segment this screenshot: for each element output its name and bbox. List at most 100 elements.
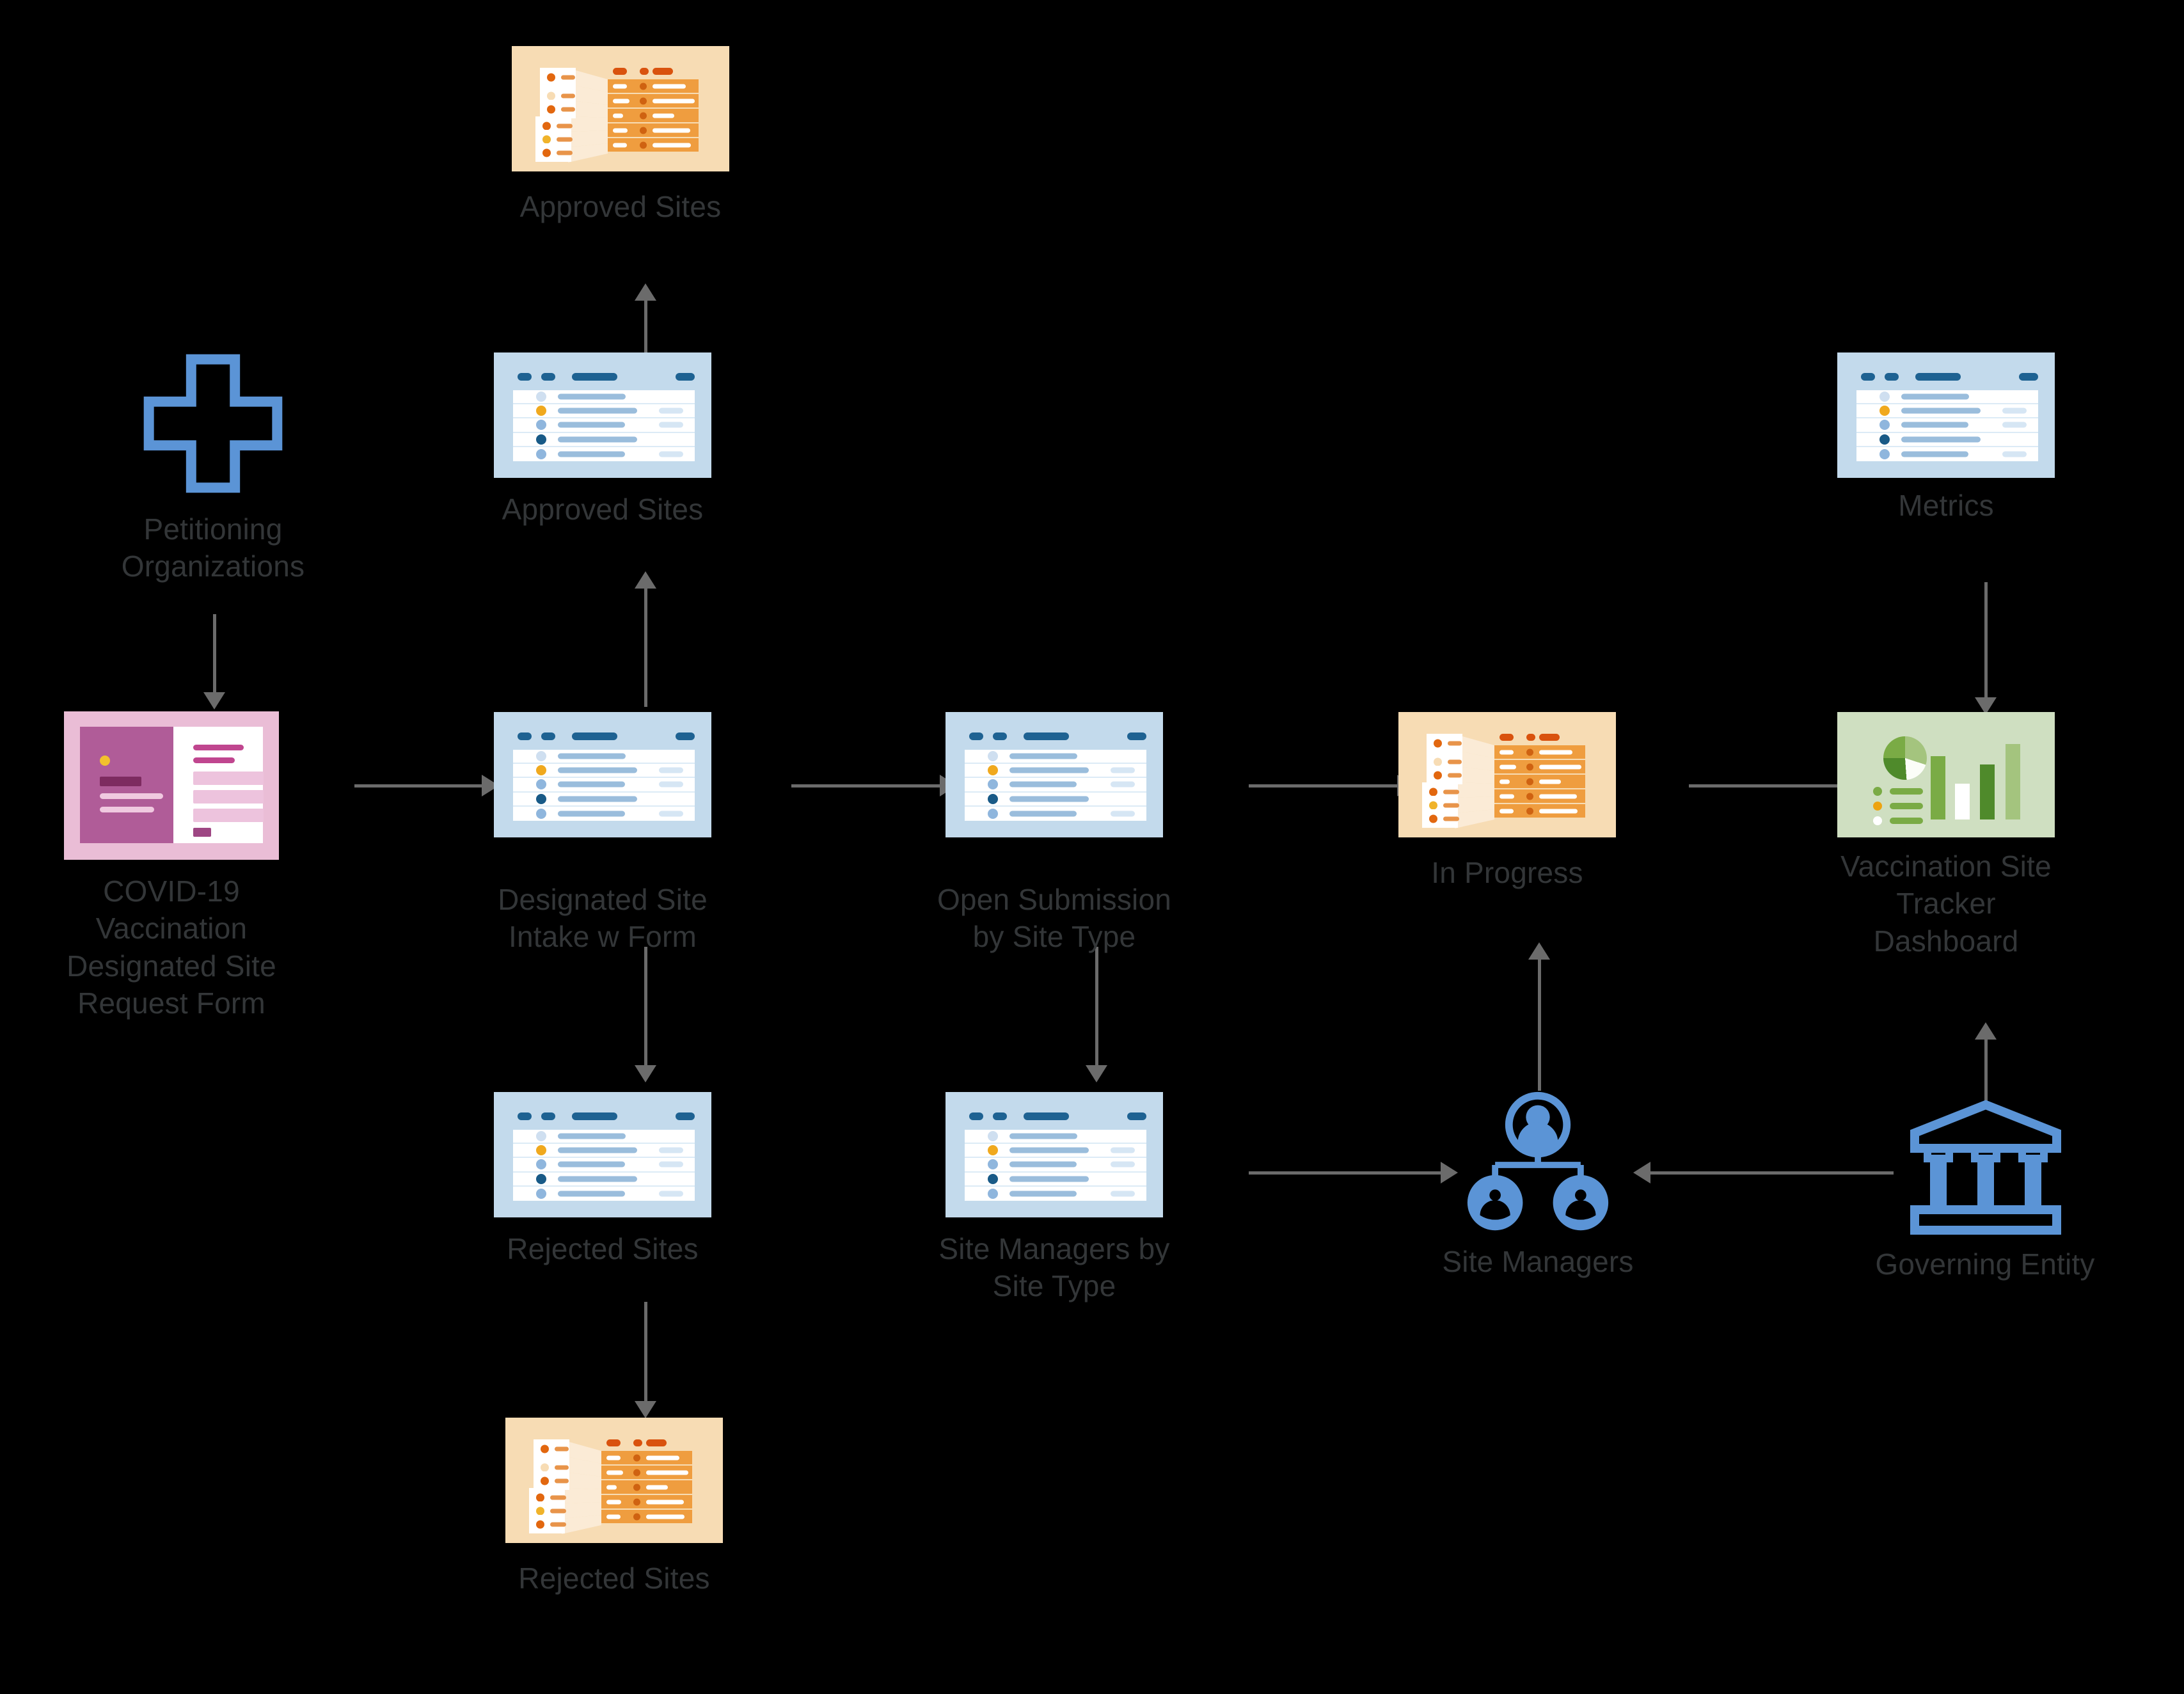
edge-open-submission-to-inprogress xyxy=(1249,784,1397,788)
pie-chart xyxy=(1883,736,1927,780)
bank-columns-icon xyxy=(1906,1097,2066,1238)
table-row xyxy=(965,1173,1146,1187)
node-rejected-sites-table-label: Rejected Sites xyxy=(507,1232,699,1265)
table-row xyxy=(608,123,699,138)
form-input-field xyxy=(193,809,264,822)
table-row xyxy=(513,764,695,779)
table-row xyxy=(1856,418,2038,433)
table-row xyxy=(513,807,695,821)
table-row xyxy=(513,1158,695,1173)
table-body xyxy=(1856,390,2038,461)
table-body xyxy=(965,750,1146,821)
edge-approved-table-to-chart-head xyxy=(635,283,656,301)
table-row xyxy=(513,433,695,447)
table-row xyxy=(1856,447,2038,461)
node-designated-site-intake[interactable]: Designated Site Intake w Form xyxy=(494,712,711,953)
node-approved-sites-chart[interactable]: Approved Sites xyxy=(512,46,729,223)
table-row xyxy=(1856,404,2038,419)
edge-form-to-intake xyxy=(354,784,482,788)
node-governing-entity-label: Governing Entity xyxy=(1875,1247,2095,1281)
table-card xyxy=(494,1092,711,1217)
bar xyxy=(1980,764,1995,819)
node-rejected-sites-table[interactable]: Rejected Sites xyxy=(494,1092,711,1265)
table-row xyxy=(513,1173,695,1187)
table-row xyxy=(1856,390,2038,405)
table-header-row xyxy=(1861,373,2038,381)
table-row xyxy=(513,1144,695,1159)
node-site-managers-label: Site Managers xyxy=(1442,1245,1634,1278)
table-row xyxy=(608,94,699,109)
table-row xyxy=(1494,789,1585,804)
edge-intake-to-approved-table xyxy=(644,589,647,707)
edge-intake-to-rejected-table xyxy=(644,947,647,1065)
table-card xyxy=(494,352,711,478)
table-row xyxy=(513,390,695,405)
source-chip xyxy=(535,143,573,162)
bar xyxy=(1955,784,1970,819)
bar xyxy=(1931,756,1945,819)
edge-sitemanagers-to-inprogress xyxy=(1538,960,1541,1091)
table-row xyxy=(965,750,1146,764)
node-request-form[interactable]: COVID-19 Vaccination Designated Site Req… xyxy=(64,711,279,1020)
org-chart-users-icon xyxy=(1462,1089,1613,1240)
edge-open-submission-to-smbytype-head xyxy=(1086,1065,1107,1082)
edge-petitioning-to-form xyxy=(213,614,216,692)
table-body xyxy=(513,1130,695,1201)
table-row xyxy=(513,793,695,807)
node-metrics-label: Metrics xyxy=(1898,489,1994,522)
node-rejected-sites-chart[interactable]: Rejected Sites xyxy=(505,1418,723,1595)
form-submit-button xyxy=(193,828,211,837)
node-request-form-label: COVID-19 Vaccination Designated Site Req… xyxy=(67,875,276,1020)
bar xyxy=(2006,744,2020,819)
edge-open-submission-to-smbytype xyxy=(1095,947,1098,1065)
orange-table-header xyxy=(606,1439,692,1446)
table-row xyxy=(601,1466,692,1480)
node-dashboard-label: Vaccination Site Tracker Dashboard xyxy=(1840,850,2052,958)
source-chip xyxy=(1422,809,1459,828)
source-chip xyxy=(1427,766,1462,784)
node-approved-sites-table[interactable]: Approved Sites xyxy=(494,352,711,526)
table-body xyxy=(513,750,695,821)
table-header-row xyxy=(969,1112,1146,1120)
table-body xyxy=(513,390,695,461)
medical-cross-icon xyxy=(140,351,286,496)
table-row xyxy=(965,1130,1146,1144)
table-row xyxy=(513,750,695,764)
table-row xyxy=(601,1510,692,1523)
node-open-submission-label: Open Submission by Site Type xyxy=(937,883,1172,954)
table-row xyxy=(965,1158,1146,1173)
node-approved-sites-chart-label: Approved Sites xyxy=(519,190,722,223)
table-row xyxy=(965,764,1146,779)
table-header-row xyxy=(969,732,1146,740)
source-chip xyxy=(534,1471,569,1490)
form-accent-dot xyxy=(100,756,110,766)
edge-intake-to-rejected-table-head xyxy=(635,1065,656,1082)
edge-smbytype-to-sitemanagers-head xyxy=(1441,1162,1458,1183)
node-rejected-sites-chart-label: Rejected Sites xyxy=(518,1562,710,1595)
table-row xyxy=(608,109,699,123)
table-row xyxy=(601,1480,692,1495)
form-field-label xyxy=(193,745,244,750)
node-petitioning-organizations-label: Petitioning Organizations xyxy=(121,512,305,583)
node-approved-sites-table-label: Approved Sites xyxy=(502,493,704,526)
edge-governing-to-sitemanagers xyxy=(1650,1171,1894,1175)
orange-list-card xyxy=(512,46,729,171)
node-site-managers-by-type-label: Site Managers by Site Type xyxy=(938,1232,1170,1303)
table-row xyxy=(513,447,695,461)
edge-smbytype-to-sitemanagers xyxy=(1249,1171,1441,1175)
node-designated-site-intake-label: Designated Site Intake w Form xyxy=(498,883,708,954)
node-dashboard[interactable]: Vaccination Site Tracker Dashboard xyxy=(1837,712,2055,958)
edge-rejected-table-to-chart xyxy=(644,1302,647,1401)
source-chip xyxy=(534,1439,569,1458)
table-row xyxy=(1494,775,1585,789)
node-metrics[interactable]: Metrics xyxy=(1837,352,2055,522)
edge-metrics-to-dashboard xyxy=(1984,582,1988,697)
node-in-progress[interactable]: In Progress xyxy=(1398,712,1616,889)
table-card xyxy=(946,1092,1163,1217)
form-text-bar xyxy=(100,807,154,812)
node-site-managers-by-type[interactable]: Site Managers by Site Type xyxy=(938,1092,1169,1302)
orange-table-header xyxy=(1500,734,1585,741)
node-open-submission[interactable]: Open Submission by Site Type xyxy=(937,712,1171,953)
table-row xyxy=(1856,433,2038,447)
table-header-row xyxy=(518,732,695,740)
